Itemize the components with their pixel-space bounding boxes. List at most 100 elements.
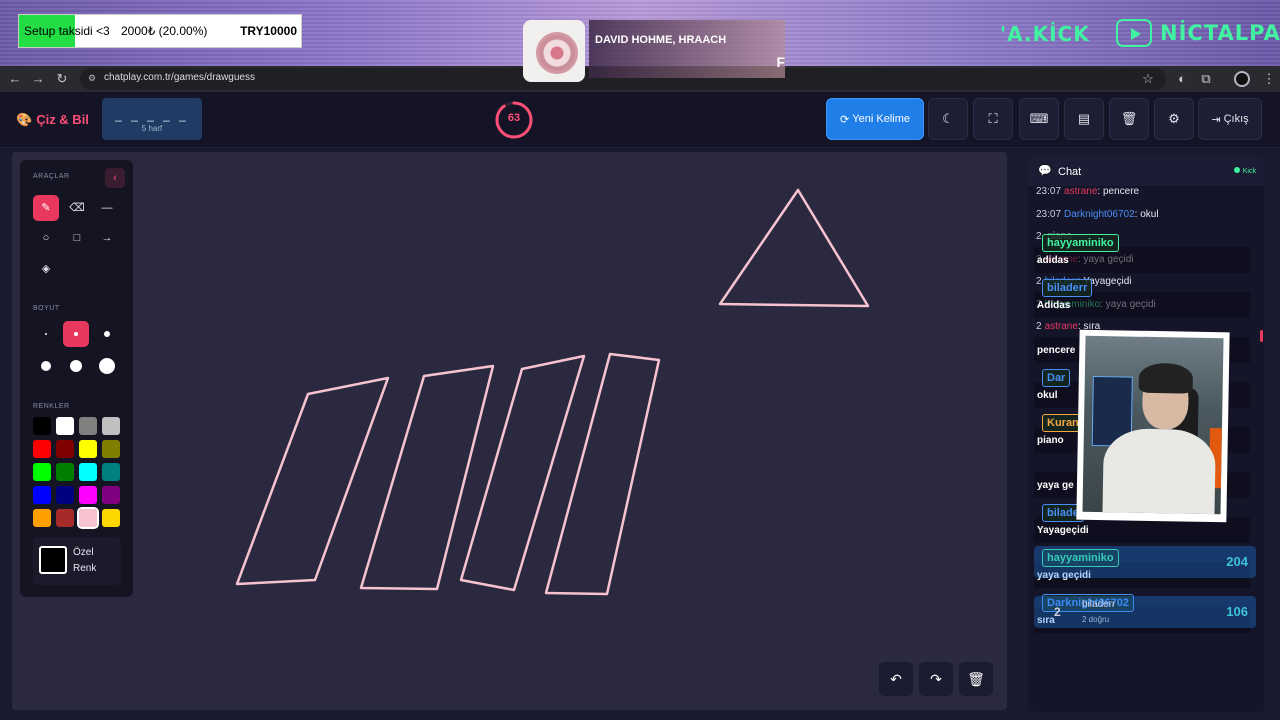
redo-button[interactable]: ↷ xyxy=(919,662,953,696)
color-swatch[interactable] xyxy=(102,463,120,481)
message-user[interactable]: astrane xyxy=(1064,186,1097,197)
palette-icon: 🎨 xyxy=(16,112,33,127)
exit-label: Çıkış xyxy=(1223,113,1249,125)
app-logo[interactable]: 🎨 Çiz & Bil xyxy=(16,112,89,128)
guess-word: pencere xyxy=(1037,345,1076,356)
custom-color-label-2: Renk xyxy=(73,563,97,574)
donation-amount: 2000₺ (20.00%) xyxy=(121,24,208,38)
app-logo-text: Çiz & Bil xyxy=(36,112,89,127)
more-icon[interactable]: ⋮ xyxy=(1260,70,1278,88)
clear-canvas-button[interactable]: 🗑 xyxy=(959,662,993,696)
color-swatch[interactable] xyxy=(56,417,74,435)
message-user[interactable]: astrane xyxy=(1045,321,1078,332)
donation-goal: TRY10000 xyxy=(240,24,297,38)
keyboard-icon: ⌨ xyxy=(1029,111,1049,126)
color-swatch[interactable] xyxy=(102,417,120,435)
message-time: 23:07 xyxy=(1036,186,1062,197)
profile-avatar[interactable] xyxy=(1234,71,1250,87)
brush-icon: ✎ xyxy=(41,202,51,214)
line-icon: — xyxy=(101,202,113,214)
rectangle-tool[interactable]: □ xyxy=(64,225,90,251)
color-swatch[interactable] xyxy=(79,440,97,458)
reload-icon[interactable]: ↻ xyxy=(53,70,71,88)
color-swatch[interactable] xyxy=(33,486,51,504)
size-option-6[interactable] xyxy=(94,353,120,379)
site-info-icon[interactable]: ⚙ xyxy=(88,73,96,84)
extension-icon[interactable]: ◐ xyxy=(1173,70,1191,88)
forward-icon[interactable]: → xyxy=(29,70,47,88)
size-option-2[interactable] xyxy=(63,321,89,347)
message-text: : pencere xyxy=(1097,186,1140,197)
color-swatch[interactable] xyxy=(56,509,74,527)
color-swatch[interactable] xyxy=(56,440,74,458)
message-user[interactable]: Darknight06702 xyxy=(1064,209,1135,220)
tools-panel: ARAÇLAR ‹ ✎ ⌫ — ○ □ → ◈ BOYUT RENKLER Öz… xyxy=(20,160,133,597)
color-swatch[interactable] xyxy=(102,440,120,458)
chat-bubbles-icon: 💬 xyxy=(1038,165,1052,177)
fullscreen-button[interactable]: ⛶ xyxy=(973,98,1013,140)
size-dot xyxy=(70,360,82,372)
fullscreen-icon: ⛶ xyxy=(988,111,998,126)
color-swatch[interactable] xyxy=(79,486,97,504)
guess-word: Yayageçidi xyxy=(1037,525,1089,536)
color-swatch[interactable] xyxy=(33,417,51,435)
arrow-right-icon: → xyxy=(101,232,113,244)
app-header: 🎨 Çiz & Bil _ _ _ _ _ 5 harf ⟳ Yeni Kelim… xyxy=(0,92,1280,148)
color-swatch[interactable] xyxy=(56,486,74,504)
new-word-button[interactable]: ⟳ Yeni Kelime xyxy=(826,98,924,140)
brush-tool[interactable]: ✎ xyxy=(33,195,59,221)
webcam-beanie xyxy=(1138,362,1194,394)
arrow-tool[interactable]: → xyxy=(94,225,120,251)
circle-tool[interactable]: ○ xyxy=(33,225,59,251)
eraser-tool[interactable]: ⌫ xyxy=(64,195,90,221)
collapse-panel-button[interactable]: ‹ xyxy=(105,168,125,188)
leaderboard-correct-count: 2 doğru xyxy=(1082,615,1110,624)
guess-user-tag: Dar xyxy=(1042,369,1071,387)
custom-color-button[interactable]: Özel Renk xyxy=(33,537,121,585)
webcam-shirt xyxy=(1102,428,1216,515)
message-text: : okul xyxy=(1134,208,1159,220)
bookmark-star-icon[interactable]: ☆ xyxy=(1139,70,1157,88)
size-section-label: BOYUT xyxy=(33,305,60,312)
chat-title: Chat xyxy=(1058,166,1082,178)
exit-button[interactable]: ⇥ Çıkış xyxy=(1198,98,1262,140)
color-swatch[interactable] xyxy=(102,486,120,504)
color-swatch[interactable] xyxy=(33,509,51,527)
color-swatch[interactable] xyxy=(79,417,97,435)
message-time: 2 xyxy=(1036,231,1042,242)
round-timer: 63 xyxy=(494,100,534,140)
color-swatch[interactable] xyxy=(56,463,74,481)
line-tool[interactable]: — xyxy=(94,195,120,221)
size-option-3[interactable] xyxy=(94,321,120,347)
youtube-icon xyxy=(1116,19,1152,47)
settings-button[interactable]: ⚙ xyxy=(1154,98,1194,140)
keyboard-button[interactable]: ⌨ xyxy=(1019,98,1059,140)
fill-tool[interactable]: ◈ xyxy=(33,256,59,282)
now-playing-info: DAVID HOHME, HRAACH F xyxy=(589,20,785,78)
color-swatch[interactable] xyxy=(33,440,51,458)
undo-button[interactable]: ↶ xyxy=(879,662,913,696)
color-swatch[interactable] xyxy=(102,509,120,527)
moon-icon: ☾ xyxy=(942,111,954,126)
chevron-left-icon: ‹ xyxy=(113,172,117,184)
size-option-1[interactable] xyxy=(33,321,59,347)
guess-word: yaya ge xyxy=(1037,480,1074,491)
archive-button[interactable]: ▤ xyxy=(1064,98,1104,140)
word-blanks: _ _ _ _ _ xyxy=(115,108,189,122)
url-text[interactable]: chatplay.com.tr/games/drawguess xyxy=(104,72,255,83)
chat-scrollbar[interactable] xyxy=(1260,330,1263,342)
redo-icon: ↷ xyxy=(930,671,942,687)
puzzle-icon[interactable]: ⧉ xyxy=(1197,70,1215,88)
custom-color-label-1: Özel xyxy=(73,547,94,558)
color-swatch[interactable] xyxy=(77,507,99,529)
color-swatch[interactable] xyxy=(79,463,97,481)
colors-section-label: RENKLER xyxy=(33,403,70,410)
dark-mode-button[interactable]: ☾ xyxy=(928,98,968,140)
drawing-canvas[interactable] xyxy=(12,152,1007,710)
size-option-5[interactable] xyxy=(63,353,89,379)
back-icon[interactable]: ← xyxy=(6,70,24,88)
size-option-4[interactable] xyxy=(33,353,59,379)
color-swatch[interactable] xyxy=(33,463,51,481)
guess-user-tag: biladerr xyxy=(1042,279,1093,297)
delete-button[interactable]: 🗑 xyxy=(1109,98,1149,140)
